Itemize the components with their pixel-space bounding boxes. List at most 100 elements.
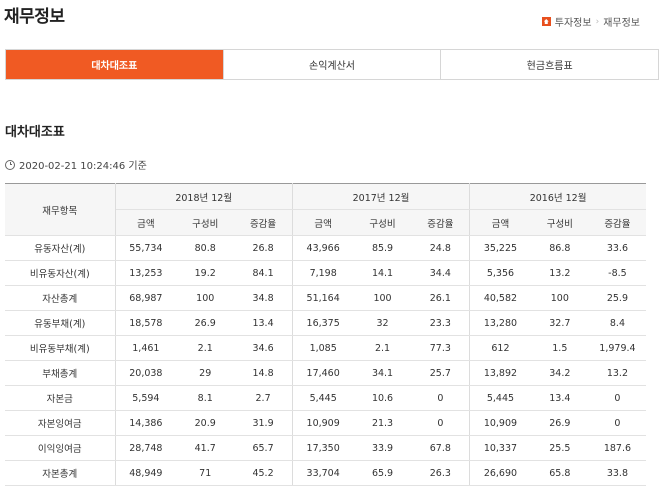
section-title: 대차대조표 <box>5 125 65 140</box>
table-cell: 65.7 <box>234 435 293 461</box>
table-cell: 26.1 <box>411 285 471 311</box>
table-cell: 14.8 <box>234 360 293 386</box>
table-cell: 1,979.4 <box>588 335 646 361</box>
table-cell: 77.3 <box>411 335 471 361</box>
column-header-ratio: 구성비 <box>176 209 235 236</box>
table-cell: 1.5 <box>530 335 589 361</box>
table-cell: 29 <box>176 360 235 386</box>
table-cell: 10,909 <box>292 410 354 436</box>
table-cell: 13,280 <box>469 310 531 336</box>
table-cell: 10,337 <box>469 435 531 461</box>
table-cell: 31.9 <box>234 410 293 436</box>
tab-balance-sheet[interactable]: 대차대조표 <box>6 50 224 79</box>
row-label: 자본총계 <box>5 460 116 486</box>
table-cell: 34.1 <box>353 360 412 386</box>
table-cell: 612 <box>469 335 531 361</box>
row-header: 재무항목 <box>5 183 116 236</box>
table-cell: 65.8 <box>530 460 589 486</box>
column-header-change: 증감율 <box>411 209 471 236</box>
table-cell: 34.8 <box>234 285 293 311</box>
row-label: 자본금 <box>5 385 116 411</box>
row-label: 유동부채(계) <box>5 310 116 336</box>
table-cell: 8.4 <box>588 310 646 336</box>
table-cell: 14.1 <box>353 260 412 286</box>
column-header-ratio: 구성비 <box>353 209 412 236</box>
table-cell: 17,460 <box>292 360 354 386</box>
table-cell: 5,445 <box>292 385 354 411</box>
table-cell: 2.1 <box>176 335 235 361</box>
table-cell: 34.2 <box>530 360 589 386</box>
statement-tabs: 대차대조표 손익계산서 현금흐름표 <box>5 49 659 80</box>
table-cell: 13,253 <box>115 260 177 286</box>
balance-sheet-table: 재무항목 2018년 12월 2017년 12월 2016년 12월 금액 구성… <box>5 183 646 486</box>
table-cell: 14,386 <box>115 410 177 436</box>
column-header-amount: 금액 <box>469 209 531 236</box>
table-cell: 7,198 <box>292 260 354 286</box>
table-cell: 68,987 <box>115 285 177 311</box>
table-cell: 26.3 <box>411 460 471 486</box>
table-cell: 5,356 <box>469 260 531 286</box>
table-cell: 5,594 <box>115 385 177 411</box>
column-header-change: 증감율 <box>234 209 293 236</box>
home-icon[interactable] <box>541 17 551 26</box>
table-cell: 5,445 <box>469 385 531 411</box>
breadcrumb-item-financial[interactable]: 재무정보 <box>603 14 640 29</box>
table-cell: 45.2 <box>234 460 293 486</box>
table-row: 자산총계 68,987 100 34.8 51,164 100 26.1 40,582 100 2… <box>5 285 646 311</box>
table-cell: 100 <box>176 285 235 311</box>
table-cell: 67.8 <box>411 435 471 461</box>
table-cell: 25.9 <box>588 285 646 311</box>
as-of-timestamp: 2020-02-21 10:24:46 기준 <box>5 157 147 172</box>
column-header-ratio: 구성비 <box>530 209 589 236</box>
column-header-amount: 금액 <box>292 209 354 236</box>
table-row: 비유동자산(계) 13,253 19.2 84.1 7,198 14.1 34.4 5,356… <box>5 260 646 286</box>
row-label: 자산총계 <box>5 285 116 311</box>
table-cell: 19.2 <box>176 260 235 286</box>
table-cell: 33.6 <box>588 235 646 261</box>
table-cell: 13.2 <box>530 260 589 286</box>
row-label: 부채총계 <box>5 360 116 386</box>
table-cell: 65.9 <box>353 460 412 486</box>
tab-cash-flow[interactable]: 현금흐름표 <box>441 50 658 79</box>
table-cell: 40,582 <box>469 285 531 311</box>
breadcrumb-separator: › <box>595 16 600 27</box>
table-cell: 1,085 <box>292 335 354 361</box>
row-label: 비유동부채(계) <box>5 335 116 361</box>
row-label: 유동자산(계) <box>5 235 116 261</box>
table-cell: 32.7 <box>530 310 589 336</box>
table-cell: 80.8 <box>176 235 235 261</box>
table-row: 자본잉여금 14,386 20.9 31.9 10,909 21.3 0 10,909 26.9… <box>5 410 646 436</box>
year-header: 2016년 12월 <box>469 183 646 210</box>
table-cell: 84.1 <box>234 260 293 286</box>
table-cell: 13.2 <box>588 360 646 386</box>
as-of-text: 2020-02-21 10:24:46 기준 <box>19 161 147 172</box>
table-cell: 34.6 <box>234 335 293 361</box>
table-cell: 71 <box>176 460 235 486</box>
table-cell: 24.8 <box>411 235 471 261</box>
table-cell: 55,734 <box>115 235 177 261</box>
tab-income-statement[interactable]: 손익계산서 <box>224 50 442 79</box>
table-row: 유동부채(계) 18,578 26.9 13.4 16,375 32 23.3 13,280 3… <box>5 310 646 336</box>
table-cell: 13,892 <box>469 360 531 386</box>
table-cell: 25.5 <box>530 435 589 461</box>
year-header: 2017년 12월 <box>292 183 471 210</box>
row-label: 비유동자산(계) <box>5 260 116 286</box>
table-cell: 43,966 <box>292 235 354 261</box>
breadcrumb: 투자정보 › 재무정보 <box>541 14 640 29</box>
table-row: 자본총계 48,949 71 45.2 33,704 65.9 26.3 26,690 65.8… <box>5 460 646 486</box>
clock-icon <box>5 159 15 170</box>
table-cell: 86.8 <box>530 235 589 261</box>
table-cell: 23.3 <box>411 310 471 336</box>
table-cell: 26.9 <box>176 310 235 336</box>
table-cell: 33.8 <box>588 460 646 486</box>
table-cell: 34.4 <box>411 260 471 286</box>
row-label: 이익잉여금 <box>5 435 116 461</box>
table-cell: 10,909 <box>469 410 531 436</box>
table-row: 이익잉여금 28,748 41.7 65.7 17,350 33.9 67.8 10,337 2… <box>5 435 646 461</box>
table-cell: 10.6 <box>353 385 412 411</box>
table-cell: 20,038 <box>115 360 177 386</box>
breadcrumb-item-investment[interactable]: 투자정보 <box>555 14 592 29</box>
year-header: 2018년 12월 <box>115 183 293 210</box>
table-cell: 2.1 <box>353 335 412 361</box>
table-cell: 0 <box>588 410 646 436</box>
